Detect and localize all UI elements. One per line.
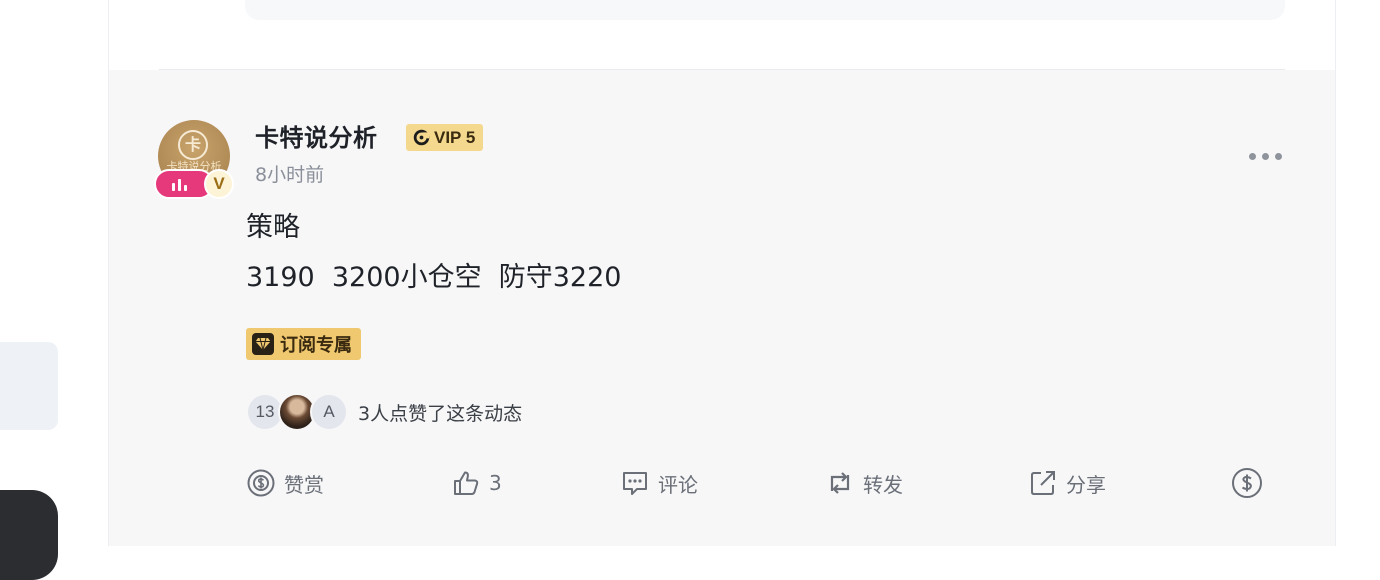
coin-icon (247, 469, 275, 497)
previous-card (245, 0, 1285, 20)
side-dark-card[interactable] (0, 490, 58, 580)
liker-avatar[interactable]: A (310, 393, 348, 431)
comment-icon (623, 472, 647, 495)
vip-label: VIP 5 (434, 127, 476, 147)
post-title: 策略 (246, 212, 300, 243)
verified-badge: V (204, 169, 234, 199)
like-button[interactable]: 3 (451, 466, 502, 500)
repost-icon (830, 472, 850, 494)
comment-label: 评论 (658, 472, 698, 497)
side-card[interactable] (0, 342, 58, 430)
tip-dollar-button[interactable] (1231, 466, 1263, 500)
dot-icon (1261, 152, 1269, 160)
vip-badge: VIP 5 (406, 124, 484, 151)
repost-label: 转发 (863, 472, 903, 497)
dot-icon (1274, 152, 1282, 160)
comment-button[interactable]: 评论 (620, 466, 698, 500)
subscription-label: 订阅专属 (280, 335, 352, 356)
feed-column: 卡 卡特说分析 V 卡特说分析 VIP 5 8小时前 策略 3190 3200小… (108, 0, 1336, 546)
thumbs-up-icon (454, 471, 479, 495)
dollar-icon (1232, 468, 1262, 498)
dot-icon (1248, 152, 1256, 160)
post-body: 3190 3200小仓空 防守3220 (246, 262, 622, 293)
vip-icon (413, 129, 430, 146)
likers-row[interactable]: 13 A 3人点赞了这条动态 (246, 393, 522, 431)
share-icon (1031, 471, 1055, 495)
action-bar: 赞赏 3 评论 转发 分享 (246, 466, 1266, 500)
like-count: 3 (489, 471, 502, 495)
more-options-button[interactable] (1245, 149, 1285, 163)
live-bars-icon (172, 179, 192, 191)
subscription-badge[interactable]: 订阅专属 (246, 328, 361, 360)
likers-text[interactable]: 3人点赞了这条动态 (358, 399, 522, 426)
tip-button[interactable]: 赞赏 (246, 466, 324, 500)
diamond-icon (252, 333, 274, 355)
repost-button[interactable]: 转发 (825, 466, 903, 500)
tip-label: 赞赏 (284, 472, 324, 497)
post-card: 卡 卡特说分析 V 卡特说分析 VIP 5 8小时前 策略 3190 3200小… (109, 70, 1335, 546)
avatar-logo: 卡 (184, 135, 201, 154)
author-name[interactable]: 卡特说分析 (255, 122, 378, 154)
post-time: 8小时前 (255, 164, 325, 186)
share-button[interactable]: 分享 (1028, 466, 1106, 500)
share-label: 分享 (1066, 472, 1106, 497)
